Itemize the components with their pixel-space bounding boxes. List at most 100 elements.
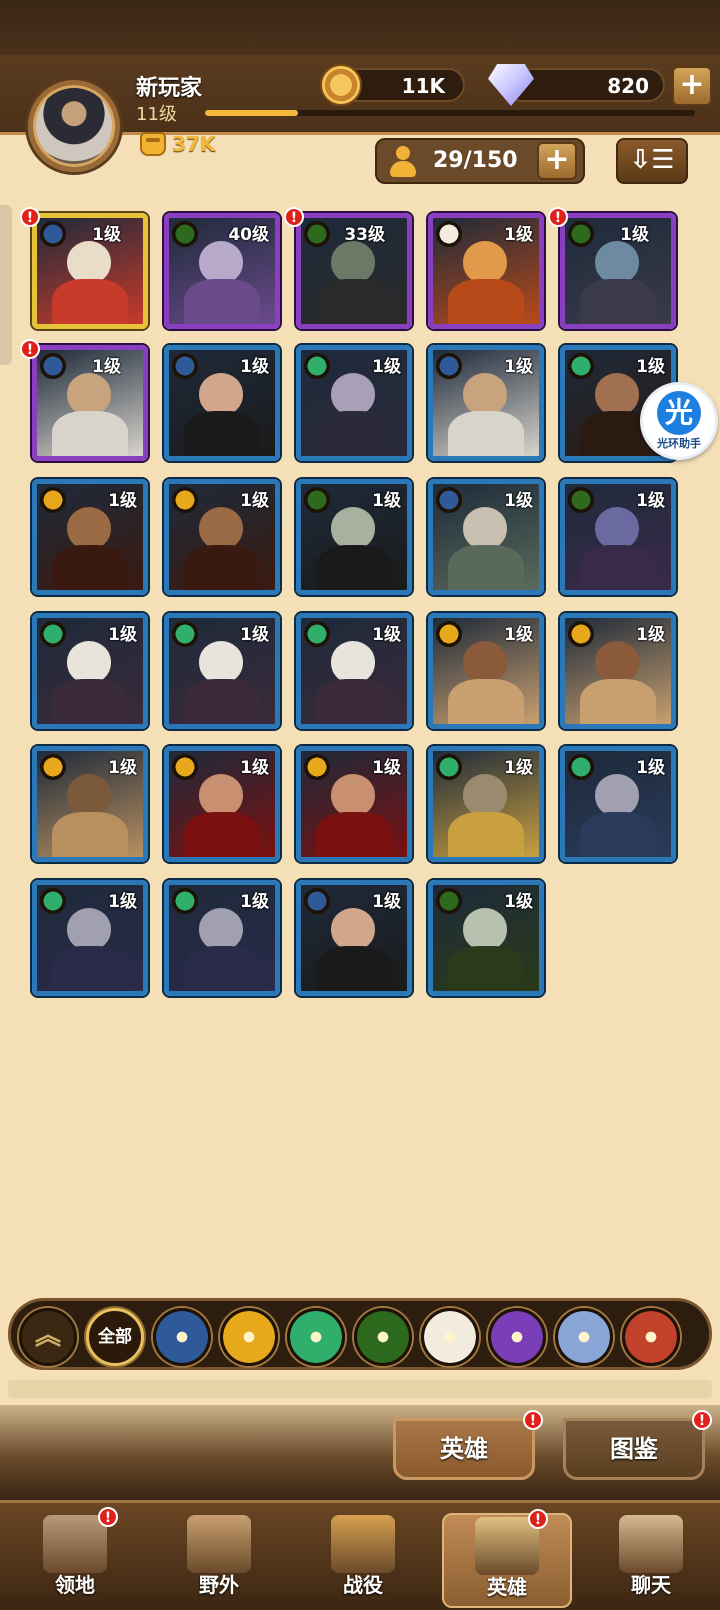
hero-level: 1级: [108, 625, 137, 645]
graveborn-faction-icon: [436, 888, 462, 914]
player-avatar[interactable]: [28, 80, 120, 172]
nav-label: 野外: [199, 1573, 239, 1597]
hero-level: 1级: [240, 625, 269, 645]
side-drawer-handle[interactable]: [0, 205, 12, 365]
filter-lightbearer-icon[interactable]: [153, 1308, 211, 1366]
hero-portrait: 1级: [32, 613, 148, 729]
wilder-faction-icon: [568, 353, 594, 379]
hero-level: 1级: [372, 758, 401, 778]
hero-portrait: 1级: [296, 345, 412, 461]
nav-item[interactable]: 领地!: [10, 1507, 140, 1608]
exp-bar: [205, 110, 695, 116]
wilder-faction-icon: [172, 888, 198, 914]
collapse-filter-icon[interactable]: ︽: [19, 1308, 77, 1366]
nav-item[interactable]: 英雄!: [442, 1509, 572, 1608]
gold-value: 11K: [401, 74, 445, 98]
tab-codex-alert: !: [692, 1410, 712, 1430]
roster-capacity: 29/150 +: [375, 138, 585, 184]
graveborn-faction-icon: [304, 221, 330, 247]
hero-level: 1级: [504, 625, 533, 645]
hero-portrait: 1级: [164, 613, 280, 729]
filter-faction-red-icon[interactable]: [622, 1308, 680, 1366]
filter-wilder-icon[interactable]: [287, 1308, 345, 1366]
tab-heroes[interactable]: 英雄: [393, 1418, 535, 1480]
mauler-faction-icon: [40, 754, 66, 780]
nav-item[interactable]: 聊天: [586, 1513, 716, 1608]
hero-portrait: 1级: [164, 345, 280, 461]
expand-roster-button[interactable]: +: [537, 142, 577, 180]
nav-alert-badge: !: [528, 1509, 548, 1529]
lightbearer-faction-icon: [40, 353, 66, 379]
hero-level: 33级: [344, 225, 385, 245]
lightbearer-faction-icon: [172, 353, 198, 379]
power-display: 37K: [140, 132, 215, 156]
nav-item[interactable]: 野外: [154, 1513, 284, 1608]
nav-label: 领地: [55, 1573, 95, 1597]
hero-level: 1级: [108, 491, 137, 511]
wilder-faction-icon: [172, 621, 198, 647]
add-gems-button[interactable]: +: [672, 66, 712, 106]
hero-level: 1级: [504, 357, 533, 377]
hero-alert-badge: !: [284, 207, 304, 227]
person-icon: [387, 146, 419, 178]
hero-portrait: 1级: [32, 746, 148, 862]
hero-level: 40级: [228, 225, 269, 245]
castle-icon: [43, 1515, 107, 1573]
filter-dimensional-icon[interactable]: [555, 1308, 613, 1366]
hero-level: 1级: [240, 491, 269, 511]
hero-level: 1级: [504, 225, 533, 245]
player-level: 11级: [136, 104, 177, 125]
helper-assistant-button[interactable]: 光 光环助手: [640, 382, 718, 460]
lightbearer-faction-icon: [436, 353, 462, 379]
mauler-faction-icon: [304, 754, 330, 780]
hero-portrait: 1级: [560, 613, 676, 729]
divider: [8, 1380, 712, 1398]
hero-portrait: 1级: [164, 746, 280, 862]
hero-level: 1级: [372, 357, 401, 377]
power-value: 37K: [172, 132, 216, 156]
roster-count: 29/150: [433, 148, 518, 173]
hero-portrait: 1级: [428, 479, 544, 595]
sort-button[interactable]: ⇩☰: [616, 138, 688, 184]
hero-portrait: 1级: [32, 345, 148, 461]
filter-mauler-icon[interactable]: [220, 1308, 278, 1366]
fist-icon: [140, 132, 166, 156]
hero-level: 1级: [108, 892, 137, 912]
mauler-faction-icon: [40, 487, 66, 513]
nav-item[interactable]: 战役: [298, 1513, 428, 1608]
filter-hypogean-icon[interactable]: [488, 1308, 546, 1366]
helper-icon: 光: [657, 391, 701, 435]
tab-codex[interactable]: 图鉴: [563, 1418, 705, 1480]
hero-portrait: 1级: [428, 345, 544, 461]
gold-coin-icon: [320, 64, 362, 106]
hero-portrait: 1级: [560, 479, 676, 595]
filter-all-button[interactable]: 全部: [86, 1308, 144, 1366]
hero-level: 1级: [240, 357, 269, 377]
graveborn-faction-icon: [172, 221, 198, 247]
hero-portrait: 40级: [164, 213, 280, 329]
hero-alert-badge: !: [20, 207, 40, 227]
hero-portrait: 1级: [32, 213, 148, 329]
hero-level: 1级: [92, 357, 121, 377]
hero-level: 1级: [372, 625, 401, 645]
hero-level: 1级: [108, 758, 137, 778]
hero-portrait: 1级: [32, 479, 148, 595]
hero-helmet-icon: [475, 1517, 539, 1575]
filter-graveborn-icon[interactable]: [354, 1308, 412, 1366]
wilder-faction-icon: [40, 621, 66, 647]
campaign-icon: [331, 1515, 395, 1573]
graveborn-faction-icon: [304, 487, 330, 513]
lightbearer-faction-icon: [436, 487, 462, 513]
hero-portrait: 1级: [296, 746, 412, 862]
filter-celestial-icon[interactable]: [421, 1308, 479, 1366]
hero-level: 1级: [636, 357, 665, 377]
status-area: [0, 0, 720, 55]
hero-portrait: 1级: [164, 880, 280, 996]
hero-portrait: 1级: [428, 746, 544, 862]
wilder-faction-icon: [568, 754, 594, 780]
hero-level: 1级: [636, 758, 665, 778]
bottom-nav: 领地! 野外 战役 英雄! 聊天: [0, 1500, 720, 1610]
hero-portrait: 1级: [560, 746, 676, 862]
wilder-faction-icon: [304, 353, 330, 379]
hero-level: 1级: [636, 625, 665, 645]
